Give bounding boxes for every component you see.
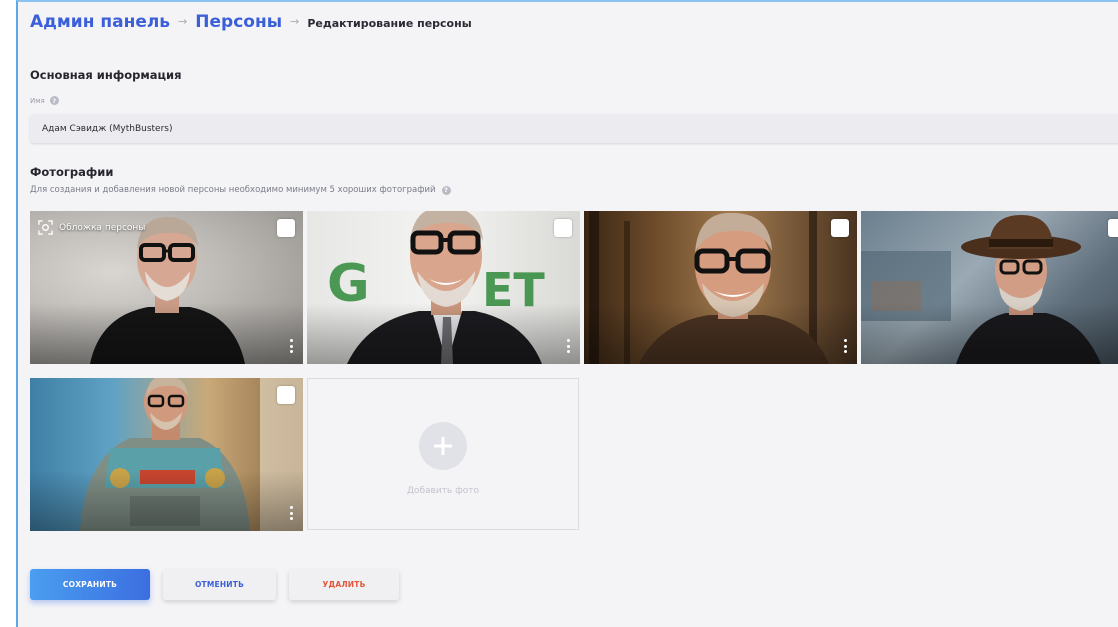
- name-field-label: Имя ?: [30, 96, 59, 105]
- more-vertical-icon[interactable]: [566, 339, 570, 353]
- add-photo-tile[interactable]: Добавить фото: [307, 378, 579, 530]
- svg-text:ET: ET: [482, 263, 545, 317]
- cancel-button[interactable]: ОТМЕНИТЬ: [163, 569, 276, 600]
- camera-focus-icon: [38, 220, 53, 235]
- breadcrumb-admin-link[interactable]: Админ панель: [30, 12, 170, 32]
- name-input[interactable]: [30, 114, 1118, 143]
- more-vertical-icon[interactable]: [289, 506, 293, 520]
- help-icon[interactable]: ?: [441, 185, 451, 195]
- more-vertical-icon[interactable]: [843, 339, 847, 353]
- photo-tile-3[interactable]: [584, 211, 857, 364]
- delete-button[interactable]: УДАЛИТЬ: [289, 569, 399, 600]
- photos-hint: Для создания и добавления новой персоны …: [30, 185, 451, 195]
- help-icon[interactable]: ?: [49, 96, 59, 105]
- photo-image: G ET: [307, 211, 580, 364]
- photo-checkbox[interactable]: [277, 219, 295, 237]
- breadcrumb: Админ панель → Персоны → Редактирование …: [30, 12, 472, 32]
- photo-tile-2[interactable]: G ET: [307, 211, 580, 364]
- photos-title: Фотографии: [30, 165, 114, 179]
- photos-hint-text: Для создания и добавления новой персоны …: [30, 185, 436, 195]
- name-label-text: Имя: [30, 96, 45, 105]
- save-button[interactable]: СОХРАНИТЬ: [30, 569, 150, 600]
- photo-tile-5[interactable]: [30, 378, 303, 531]
- svg-text:G: G: [327, 254, 370, 314]
- arrow-right-icon: →: [290, 15, 300, 28]
- photo-image: [861, 211, 1118, 364]
- cover-label-text: Обложка персоны: [59, 222, 146, 233]
- arrow-right-icon: →: [178, 15, 188, 28]
- breadcrumb-persons-link[interactable]: Персоны: [195, 12, 282, 32]
- photo-checkbox[interactable]: [554, 219, 572, 237]
- more-vertical-icon[interactable]: [289, 339, 293, 353]
- photo-checkbox[interactable]: [831, 219, 849, 237]
- add-photo-label: Добавить фото: [406, 486, 480, 496]
- page: Админ панель → Персоны → Редактирование …: [16, 0, 1118, 627]
- person-photo: [80, 378, 303, 531]
- photo-image: [30, 378, 303, 531]
- cover-label: Обложка персоны: [38, 220, 145, 235]
- photo-image: [584, 211, 857, 364]
- person-photo: G ET: [327, 211, 545, 364]
- photo-tile-4[interactable]: [861, 211, 1118, 364]
- breadcrumb-current: Редактирование персоны: [307, 17, 472, 30]
- basic-info-title: Основная информация: [30, 68, 182, 82]
- person-photo: [861, 215, 1101, 364]
- plus-icon: [419, 422, 467, 470]
- photo-checkbox[interactable]: [277, 386, 295, 404]
- photo-checkbox[interactable]: [1108, 219, 1118, 237]
- photo-tile-1[interactable]: Обложка персоны: [30, 211, 303, 364]
- person-photo: [589, 211, 829, 364]
